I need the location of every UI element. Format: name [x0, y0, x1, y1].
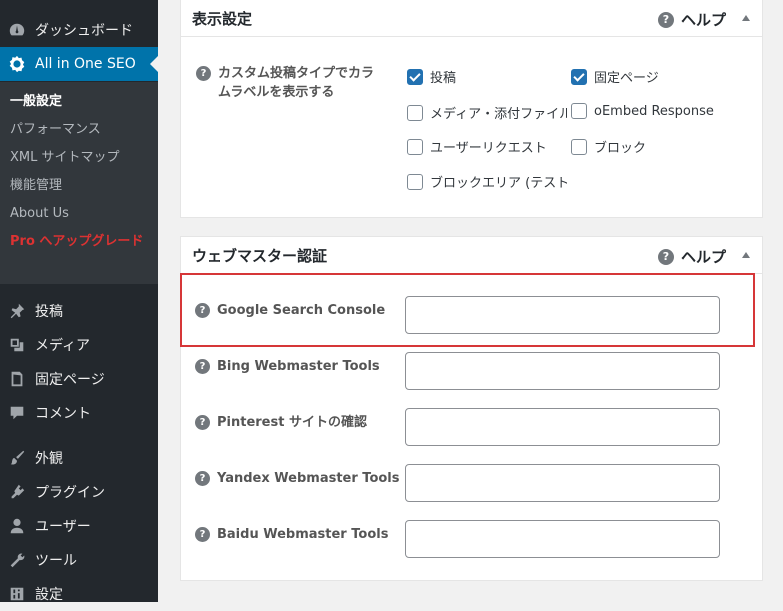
checkbox-box[interactable] [571, 68, 587, 85]
menu-users[interactable]: ユーザー [0, 509, 158, 543]
checkbox-oembed[interactable]: oEmbed Response [571, 103, 714, 119]
checkbox-media[interactable]: メディア・添付ファイル [407, 103, 567, 122]
baidu-webmaster-input[interactable] [405, 520, 720, 558]
wrench-icon [8, 551, 26, 569]
pinterest-verify-input[interactable] [405, 408, 720, 446]
checkbox-label: 投稿 [430, 71, 457, 86]
help-icon[interactable]: ? [196, 66, 211, 81]
media-icon [8, 336, 26, 354]
row-label-text: カスタム投稿タイプでカラムラベルを表示する [218, 66, 375, 100]
page-icon [8, 370, 26, 388]
menu-appearance-label: 外観 [35, 451, 63, 467]
display-settings-panel: 表示設定 ? ヘルプ ? カスタム投稿タイプでカラムラベルを表示する 投稿 固定ペ… [180, 0, 763, 218]
help-icon: ? [657, 11, 674, 28]
checkbox-user-request[interactable]: ユーザーリクエスト [407, 137, 547, 156]
menu-plugins[interactable]: プラグイン [0, 475, 158, 509]
panel-header: ウェブマスター認証 ? ヘルプ [181, 237, 762, 274]
bing-webmaster-input[interactable] [405, 352, 720, 390]
submenu-features[interactable]: 機能管理 [10, 176, 62, 196]
yandex-webmaster-input[interactable] [405, 464, 720, 502]
gear-icon [8, 55, 26, 73]
menu-pages[interactable]: 固定ページ [0, 362, 158, 396]
yandex-webmaster-label: ? Yandex Webmaster Tools [195, 469, 400, 488]
menu-aioseo-label: All in One SEO [35, 56, 136, 72]
menu-tools[interactable]: ツール [0, 543, 158, 577]
field-label: Yandex Webmaster Tools [217, 471, 400, 486]
submenu-sitemap[interactable]: XML サイトマップ [10, 148, 120, 168]
help-icon[interactable]: ? [195, 527, 210, 542]
pinterest-verify-label: ? Pinterest サイトの確認 [195, 413, 367, 432]
collapse-toggle-icon[interactable] [742, 15, 750, 21]
checkbox-label: メディア・添付ファイル [430, 107, 567, 122]
submenu-about[interactable]: About Us [10, 204, 69, 224]
plugin-icon [8, 483, 26, 501]
checkbox-box[interactable] [407, 68, 423, 85]
menu-plugins-label: プラグイン [35, 485, 105, 501]
admin-sidebar: ダッシュボード All in One SEO 一般設定 パフォーマンス XML … [0, 0, 158, 603]
help-button[interactable]: ? ヘルプ [657, 246, 726, 267]
field-label: Bing Webmaster Tools [217, 359, 380, 374]
collapse-toggle-icon[interactable] [742, 252, 750, 258]
checkbox-label: 固定ページ [594, 71, 659, 86]
menu-appearance[interactable]: 外観 [0, 441, 158, 475]
menu-media-label: メディア [35, 338, 91, 354]
checkbox-label: oEmbed Response [594, 103, 714, 119]
checkbox-label: ブロック [594, 141, 647, 156]
checkbox-pages[interactable]: 固定ページ [571, 67, 659, 86]
menu-comments[interactable]: コメント [0, 396, 158, 430]
field-label: Pinterest サイトの確認 [217, 415, 367, 430]
menu-settings-label: 設定 [35, 587, 63, 603]
menu-posts[interactable]: 投稿 [0, 294, 158, 328]
panel-header: 表示設定 ? ヘルプ [181, 0, 762, 37]
help-label: ヘルプ [680, 11, 726, 29]
checkbox-box[interactable] [571, 103, 587, 119]
dashboard-icon [8, 21, 26, 39]
help-button[interactable]: ? ヘルプ [657, 9, 726, 30]
comment-icon [8, 404, 26, 422]
pro-upgrade-text: へアップグレード [34, 234, 144, 249]
bing-webmaster-label: ? Bing Webmaster Tools [195, 357, 380, 376]
pin-icon [8, 302, 26, 320]
checkbox-label: ブロックエリア (テスト [430, 176, 567, 191]
submenu-performance[interactable]: パフォーマンス [10, 120, 101, 140]
pro-prefix: Pro [10, 234, 35, 249]
user-icon [8, 517, 26, 535]
menu-comments-label: コメント [35, 406, 91, 422]
menu-aioseo[interactable]: All in One SEO [0, 47, 158, 81]
checkbox-block[interactable]: ブロック [571, 137, 646, 156]
checkbox-box[interactable] [407, 104, 423, 121]
checkbox-label: ユーザーリクエスト [430, 141, 547, 156]
brush-icon [8, 449, 26, 467]
menu-settings[interactable]: 設定 [0, 577, 158, 611]
panel-title: ウェブマスター認証 [192, 247, 328, 265]
aioseo-submenu: 一般設定 パフォーマンス XML サイトマップ 機能管理 About Us Pr… [0, 82, 158, 284]
baidu-webmaster-label: ? Baidu Webmaster Tools [195, 525, 388, 544]
checkbox-posts[interactable]: 投稿 [407, 67, 456, 86]
menu-dashboard-label: ダッシュボード [35, 23, 133, 39]
checkbox-block-area[interactable]: ブロックエリア (テスト [407, 172, 567, 191]
menu-tools-label: ツール [35, 553, 77, 569]
custom-post-type-label: ? カスタム投稿タイプでカラムラベルを表示する [196, 64, 386, 102]
field-label: Baidu Webmaster Tools [217, 527, 389, 542]
checkbox-box[interactable] [571, 138, 587, 155]
menu-media[interactable]: メディア [0, 328, 158, 362]
submenu-general[interactable]: 一般設定 [10, 92, 62, 112]
help-icon[interactable]: ? [195, 471, 210, 486]
checkbox-box[interactable] [407, 173, 423, 190]
highlight-box [180, 273, 755, 347]
menu-dashboard[interactable]: ダッシュボード [0, 13, 158, 47]
settings-icon [8, 585, 26, 603]
help-icon: ? [657, 248, 674, 265]
menu-pages-label: 固定ページ [35, 372, 105, 388]
menu-posts-label: 投稿 [35, 304, 63, 320]
panel-title: 表示設定 [192, 10, 253, 28]
help-icon[interactable]: ? [195, 359, 210, 374]
help-icon[interactable]: ? [195, 415, 210, 430]
menu-users-label: ユーザー [35, 519, 91, 535]
checkbox-box[interactable] [407, 138, 423, 155]
help-label: ヘルプ [680, 248, 726, 266]
submenu-upgrade-pro[interactable]: Pro へアップグレード [10, 232, 150, 252]
